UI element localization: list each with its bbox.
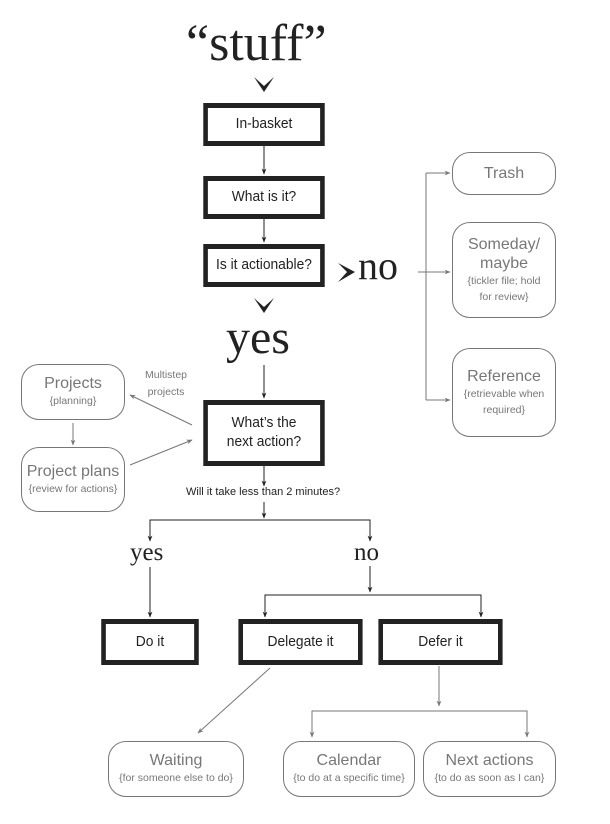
trash-title: Trash bbox=[483, 164, 525, 182]
two-min-yes-label: yes bbox=[130, 539, 164, 566]
line-split-bar bbox=[149, 519, 371, 536]
line-split2-bar bbox=[264, 594, 482, 610]
someday-sub: {tickler file; hold for review} bbox=[467, 274, 541, 304]
actionable-no-label: no bbox=[358, 243, 398, 288]
waiting-sub: {for someone else to do} bbox=[119, 772, 233, 785]
next-actions-box: Next actions {to do as soon as I can} bbox=[423, 741, 556, 797]
delegate-it-box: Delegate it bbox=[238, 619, 363, 665]
actionable-yes-label: yes bbox=[226, 311, 290, 364]
two-minute-question: Will it take less than 2 minutes? bbox=[186, 486, 341, 498]
calendar-sub: {to do at a specific time} bbox=[293, 772, 405, 785]
reference-sub: {retrievable when required} bbox=[463, 387, 545, 417]
next-action-box: What’s the next action? bbox=[203, 400, 325, 466]
next-actions-title: Next actions bbox=[445, 752, 534, 770]
someday-title: Someday/ maybe bbox=[467, 235, 541, 272]
waiting-title: Waiting bbox=[149, 752, 203, 770]
projects-sub: {planning} bbox=[49, 395, 97, 408]
reference-title: Reference bbox=[467, 367, 541, 385]
project-plans-title: Project plans bbox=[26, 462, 120, 480]
trash-box: Trash bbox=[452, 152, 556, 195]
waiting-box: Waiting {for someone else to do} bbox=[108, 741, 244, 797]
stuff-title: “stuff” bbox=[186, 15, 327, 72]
someday-maybe-box: Someday/ maybe {tickler file; hold for r… bbox=[452, 222, 556, 318]
line-defer-bar bbox=[311, 710, 528, 725]
projects-box: Projects {planning} bbox=[21, 364, 125, 420]
chevron-stuff-icon bbox=[254, 77, 274, 92]
project-plans-sub: {review for actions} bbox=[28, 482, 118, 495]
multistep-projects-label: Multistep projects bbox=[144, 369, 187, 398]
chevron-no-icon bbox=[338, 263, 355, 282]
reference-box: Reference {retrievable when required} bbox=[452, 348, 556, 437]
do-it-box: Do it bbox=[101, 619, 199, 665]
what-is-it-box: What is it? bbox=[203, 176, 325, 219]
project-plans-box: Project plans {review for actions} bbox=[21, 447, 125, 512]
is-actionable-box: Is it actionable? bbox=[203, 244, 325, 287]
two-min-no-label: no bbox=[354, 539, 379, 566]
arrow-plans-nextaction bbox=[129, 439, 193, 466]
projects-title: Projects bbox=[44, 375, 102, 393]
calendar-box: Calendar {to do at a specific time} bbox=[283, 741, 415, 797]
in-basket-box: In-basket bbox=[203, 103, 325, 146]
arrow-delegate-waiting bbox=[197, 667, 271, 734]
calendar-title: Calendar bbox=[316, 752, 382, 770]
defer-it-box: Defer it bbox=[378, 619, 503, 665]
next-actions-sub: {to do as soon as I can} bbox=[434, 772, 545, 785]
